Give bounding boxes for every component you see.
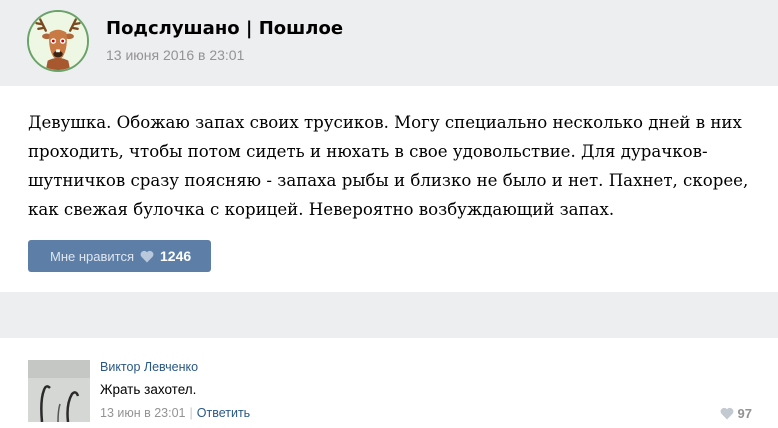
group-avatar[interactable]: [27, 10, 89, 72]
comment-avatar[interactable]: [28, 360, 90, 422]
comment-meta: 13 июн в 23:01 | Ответить: [100, 406, 250, 420]
heart-icon: [140, 250, 154, 262]
post-date[interactable]: 13 июня 2016 в 23:01: [106, 47, 244, 63]
comment-text: Жрать захотел.: [100, 382, 197, 397]
meta-separator: |: [189, 406, 193, 420]
reply-link[interactable]: Ответить: [197, 406, 250, 420]
like-count: 1246: [160, 248, 192, 264]
like-button[interactable]: Мне нравится 1246: [28, 240, 211, 272]
comment-author[interactable]: Виктор Левченко: [100, 360, 198, 374]
comment-like-count: 97: [737, 406, 752, 421]
section-divider: [0, 292, 778, 338]
comment-date[interactable]: 13 июн в 23:01: [100, 406, 186, 420]
heart-icon: [720, 407, 733, 420]
post-header: Подслушано | Пошлое 13 июня 2016 в 23:01: [0, 0, 778, 86]
group-name[interactable]: Подслушано | Пошлое: [106, 18, 343, 39]
comment-avatar-photo: [28, 360, 90, 422]
deer-avatar-icon: [29, 12, 87, 70]
post-text: Девушка. Обожаю запах своих трусиков. Мо…: [28, 113, 749, 219]
comment-like-button[interactable]: 97: [720, 406, 752, 421]
like-button-label: Мне нравится: [50, 248, 135, 264]
comment: Виктор Левченко Жрать захотел. 13 июн в …: [0, 338, 778, 428]
